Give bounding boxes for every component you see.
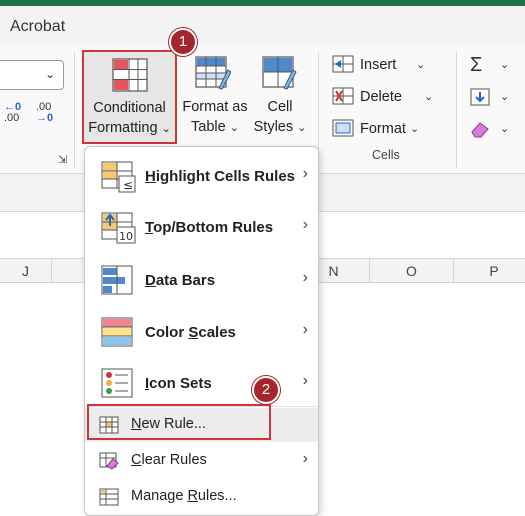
increase-decimal-label: .00 <box>4 112 20 124</box>
column-header-j[interactable]: J <box>0 259 52 283</box>
cell-styles-icon <box>262 56 297 90</box>
format-button[interactable]: Format ⌄ <box>332 117 432 141</box>
chevron-down-icon: ⌄ <box>500 59 510 71</box>
menu-item-manage-rules[interactable]: Manage Rules... <box>85 480 318 514</box>
chevron-down-icon: ⌄ <box>161 123 171 135</box>
chevron-right-icon: › <box>302 165 308 182</box>
manage-rules-access-key: R <box>187 488 198 504</box>
chevron-right-icon: › <box>302 372 308 389</box>
clear-rules-label: lear Rules <box>141 452 207 468</box>
chevron-right-icon: › <box>302 216 308 233</box>
format-cells-icon <box>332 119 354 137</box>
chevron-down-icon: ⌄ <box>500 123 510 135</box>
step-badge-2: 2 <box>252 376 280 404</box>
conditional-formatting-label-line1: Conditional <box>93 100 166 116</box>
column-header-o[interactable]: O <box>370 259 454 283</box>
color-scales-label-prefix: Color <box>145 324 189 341</box>
conditional-formatting-menu: ≤ Highlight Cells Rules › 10 Top/Bottom … <box>84 146 319 516</box>
chevron-right-icon: › <box>302 321 308 338</box>
data-bars-icon <box>101 265 133 295</box>
menu-item-top-bottom-rules[interactable]: 10 Top/Bottom Rules › <box>85 202 318 254</box>
svg-text:≤: ≤ <box>123 178 133 192</box>
format-label: Format <box>360 121 406 137</box>
group-separator <box>456 52 457 168</box>
eraser-icon <box>471 122 489 138</box>
format-as-table-button[interactable]: Format as Table ⌄ <box>179 52 251 142</box>
clear-rules-access-key: C <box>131 452 142 468</box>
top-bottom-rules-access-key: T <box>145 219 154 236</box>
format-as-table-icon <box>195 56 231 90</box>
clear-rules-icon <box>99 452 119 470</box>
delete-cells-icon <box>332 87 354 105</box>
menu-item-clear-rules[interactable]: Clear Rules › <box>85 444 318 478</box>
menu-item-color-scales[interactable]: Color Scales › <box>85 307 318 359</box>
chevron-down-icon: ⌄ <box>416 59 426 71</box>
chevron-down-icon: ⌄ <box>424 91 434 103</box>
format-as-table-label-line2: Table <box>191 119 226 135</box>
chevron-down-icon: ⌄ <box>229 122 239 134</box>
highlight-cells-rules-access-key: H <box>145 168 156 185</box>
conditional-formatting-label-line2: Formatting <box>88 120 158 136</box>
color-scales-icon <box>101 317 133 347</box>
cell-styles-label-line1: Cell <box>267 99 293 115</box>
data-bars-access-key: D <box>145 272 156 289</box>
decrease-decimal-button[interactable]: .00 →0 <box>36 102 64 132</box>
delete-label: Delete <box>360 89 402 105</box>
tab-acrobat[interactable]: Acrobat <box>10 18 65 36</box>
color-scales-label: cales <box>198 324 236 341</box>
manage-rules-icon <box>99 488 119 506</box>
highlight-cells-rules-label: ighlight Cells Rules <box>155 168 296 185</box>
cell-styles-button[interactable]: Cell Styles ⌄ <box>252 52 308 142</box>
top-bottom-rules-icon: 10 <box>101 212 136 244</box>
menu-item-data-bars[interactable]: Data Bars › <box>85 255 318 307</box>
decrease-decimal-icon: →0 <box>36 112 54 124</box>
manage-rules-label-prefix: Manage <box>131 488 188 504</box>
format-as-table-label-line1: Format as <box>182 99 248 115</box>
chevron-right-icon: › <box>302 269 308 286</box>
cells-group-label: Cells <box>372 148 400 162</box>
fill-button[interactable]: ⌄ <box>470 85 520 109</box>
ribbon-tab-row: Acrobat <box>0 6 525 44</box>
sigma-icon: Σ <box>470 54 483 76</box>
menu-item-highlight-cells-rules[interactable]: ≤ Highlight Cells Rules › <box>85 151 318 203</box>
manage-rules-label: ules... <box>197 488 237 504</box>
icon-sets-label: con Sets <box>149 375 212 392</box>
chevron-right-icon: › <box>302 450 308 467</box>
number-group-launcher-icon[interactable]: ⇲ <box>58 153 67 166</box>
highlight-cells-rules-icon: ≤ <box>101 161 136 193</box>
data-bars-label: ata Bars <box>155 272 216 289</box>
new-rule-highlight-box <box>87 404 271 440</box>
chevron-down-icon: ⌄ <box>500 91 510 103</box>
top-bottom-rules-label: op/Bottom Rules <box>153 219 274 236</box>
chevron-down-icon: ⌄ <box>410 123 420 135</box>
icon-sets-icon <box>101 368 133 398</box>
clear-button[interactable]: ⌄ <box>470 117 520 141</box>
svg-text:10: 10 <box>119 230 133 243</box>
number-format-dropdown[interactable]: ⌄ <box>0 60 64 90</box>
delete-button[interactable]: Delete ⌄ <box>332 85 442 109</box>
step-badge-1: 1 <box>169 28 197 56</box>
autosum-button[interactable]: Σ ⌄ <box>470 53 520 77</box>
conditional-formatting-button[interactable]: Conditional Formatting ⌄ <box>82 50 177 144</box>
insert-label: Insert <box>360 57 397 73</box>
menu-item-icon-sets[interactable]: Icon Sets › <box>85 358 318 410</box>
conditional-formatting-icon <box>112 58 148 92</box>
color-scales-access-key: S <box>188 324 199 341</box>
column-header-p[interactable]: P <box>454 259 525 283</box>
group-separator <box>74 52 75 168</box>
chevron-down-icon: ⌄ <box>297 122 307 134</box>
insert-button[interactable]: Insert ⌄ <box>332 53 432 77</box>
cell-styles-label-line2: Styles <box>253 119 294 135</box>
increase-decimal-button[interactable]: ←0 .00 <box>4 102 32 132</box>
chevron-down-icon: ⌄ <box>44 67 55 81</box>
fill-down-icon <box>470 88 490 106</box>
insert-cells-icon <box>332 55 354 73</box>
